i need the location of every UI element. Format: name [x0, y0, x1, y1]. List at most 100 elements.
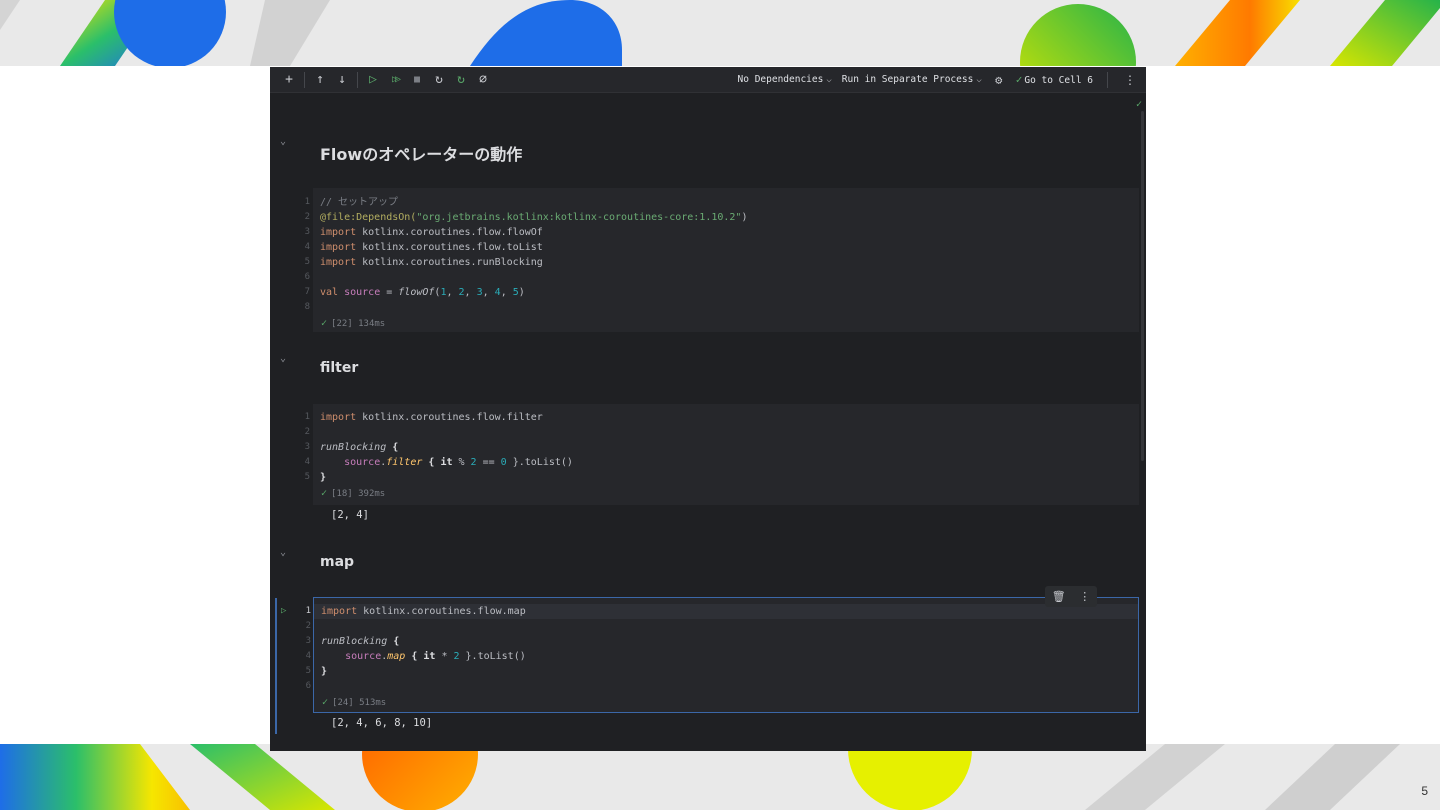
line-number: 3	[304, 442, 310, 452]
code-keyword: import	[320, 412, 357, 423]
chevron-down-icon: ⌵	[976, 75, 982, 85]
execution-status: ✓ [18] 392ms	[321, 488, 385, 499]
markdown-heading-1: Flowのオペレーターの動作	[320, 145, 523, 164]
code-token: ==	[476, 457, 501, 468]
line-number: 4	[305, 651, 311, 661]
line-number: 4	[304, 457, 310, 467]
decorative-shapes-bottom	[0, 744, 1400, 810]
code-token: }	[321, 666, 328, 677]
go-to-cell-button[interactable]: ✓ Go to Cell 6	[1016, 73, 1093, 86]
success-check-icon: ✓	[322, 697, 329, 708]
markdown-heading-filter: filter	[320, 360, 359, 376]
line-number: 2	[304, 212, 310, 222]
cell-more-icon[interactable]: ⋮	[1079, 590, 1090, 603]
delete-cell-icon[interactable]: 🗑	[1052, 590, 1066, 603]
execution-status: ✓ [24] 513ms	[322, 697, 386, 708]
line-number: 8	[304, 302, 310, 312]
code-token: %	[452, 457, 471, 468]
add-cell-icon[interactable]: +	[278, 69, 300, 91]
go-to-cell-label: Go to Cell 6	[1024, 75, 1093, 86]
move-down-icon[interactable]: ↓	[331, 69, 353, 91]
settings-gear-icon[interactable]: ⚙	[992, 69, 1006, 91]
line-number: 3	[304, 227, 310, 237]
execution-time: [18] 392ms	[331, 489, 386, 499]
line-number: 1	[304, 412, 310, 422]
code-keyword: val	[320, 287, 339, 298]
notebook-toolbar: + ↑ ↓ ▷ ▷▷ ■ ↻ ↻ ⌀ No Dependencies ⌵ Run …	[270, 67, 1146, 93]
code-token: ,	[464, 287, 477, 298]
code-keyword: import	[320, 227, 357, 238]
toolbar-right: No Dependencies ⌵ Run in Separate Process…	[738, 69, 1138, 91]
code-variable: source	[345, 651, 382, 662]
code-cell-setup[interactable]: 1 // セットアップ 2 @file:DependsOn("org.jetbrai…	[305, 188, 1139, 332]
fold-heading-icon[interactable]: ⌄	[280, 353, 286, 364]
cell-output: [2, 4]	[331, 509, 369, 521]
code-import: kotlinx.coroutines.flow.filter	[362, 412, 543, 423]
stop-icon[interactable]: ■	[406, 69, 428, 91]
line-number: 5	[305, 666, 311, 676]
code-token: }	[320, 472, 327, 483]
code-annotation: @file:DependsOn(	[320, 212, 417, 223]
code-keyword: it	[423, 651, 436, 662]
restart-kernel-icon[interactable]: ↻	[428, 69, 450, 91]
fold-heading-icon[interactable]: ⌄	[280, 547, 286, 558]
code-keyword: it	[440, 457, 453, 468]
code-import: kotlinx.coroutines.flow.map	[363, 606, 526, 617]
code-import: kotlinx.coroutines.runBlocking	[362, 257, 543, 268]
code-keyword: import	[321, 606, 358, 617]
code-import: kotlinx.coroutines.flow.flowOf	[362, 227, 543, 238]
check-icon: ✓	[1015, 73, 1023, 86]
fold-heading-icon[interactable]: ⌄	[280, 136, 286, 147]
code-token: }.toList()	[459, 651, 526, 662]
code-token: *	[435, 651, 454, 662]
code-token: {	[386, 442, 399, 453]
process-dropdown[interactable]: Run in Separate Process ⌵	[842, 74, 982, 85]
line-number: 2	[304, 427, 310, 437]
code-token: {	[405, 651, 424, 662]
chevron-down-icon: ⌵	[826, 75, 832, 85]
code-string: "org.jetbrains.kotlinx:kotlinx-coroutine…	[416, 212, 742, 223]
line-number: 6	[305, 681, 311, 691]
code-keyword: import	[320, 242, 357, 253]
vertical-scrollbar[interactable]	[1141, 111, 1144, 461]
line-number: 2	[305, 621, 311, 631]
code-token: ,	[482, 287, 495, 298]
code-keyword: import	[320, 257, 357, 268]
line-number: 6	[304, 272, 310, 282]
code-function: runBlocking	[321, 636, 388, 647]
restart-run-all-icon[interactable]: ↻	[450, 69, 472, 91]
more-options-icon[interactable]: ⋮	[1122, 73, 1138, 87]
line-number: 5	[304, 257, 310, 267]
code-import: kotlinx.coroutines.flow.toList	[362, 242, 543, 253]
process-label: Run in Separate Process	[841, 74, 974, 85]
move-up-icon[interactable]: ↑	[309, 69, 331, 91]
code-function: map	[387, 651, 406, 662]
inspection-ok-icon: ✓	[1135, 99, 1142, 110]
execution-time: [24] 513ms	[332, 698, 387, 708]
success-check-icon: ✓	[321, 318, 328, 329]
decorative-band-top	[0, 0, 1440, 66]
toolbar-separator	[304, 71, 305, 88]
run-cell-icon[interactable]: ▷	[362, 69, 384, 91]
code-token: ,	[500, 287, 513, 298]
dependencies-dropdown[interactable]: No Dependencies ⌵	[738, 74, 832, 85]
dependencies-label: No Dependencies	[737, 74, 824, 85]
code-comment: // セットアップ	[320, 197, 399, 208]
notebook-window: + ↑ ↓ ▷ ▷▷ ■ ↻ ↻ ⌀ No Dependencies ⌵ Run …	[270, 67, 1146, 751]
line-number: 7	[304, 287, 310, 297]
code-token: )	[741, 212, 748, 223]
toolbar-separator	[1107, 71, 1108, 88]
code-function: runBlocking	[320, 442, 387, 453]
code-cell-filter[interactable]: 1 import kotlinx.coroutines.flow.filter 2…	[305, 404, 1139, 505]
decorative-band-bottom	[0, 744, 1440, 810]
run-all-icon[interactable]: ▷▷	[384, 69, 406, 91]
code-function: filter	[386, 457, 423, 468]
clear-outputs-icon[interactable]: ⌀	[472, 69, 494, 91]
line-number: 3	[305, 636, 311, 646]
execution-time: [22] 134ms	[331, 319, 386, 329]
code-token: {	[387, 636, 400, 647]
line-number: 4	[304, 242, 310, 252]
toolbar-separator	[357, 71, 358, 88]
code-cell-map[interactable]: ▷ 1 import kotlinx.coroutines.flow.map 2 3…	[281, 597, 1139, 713]
